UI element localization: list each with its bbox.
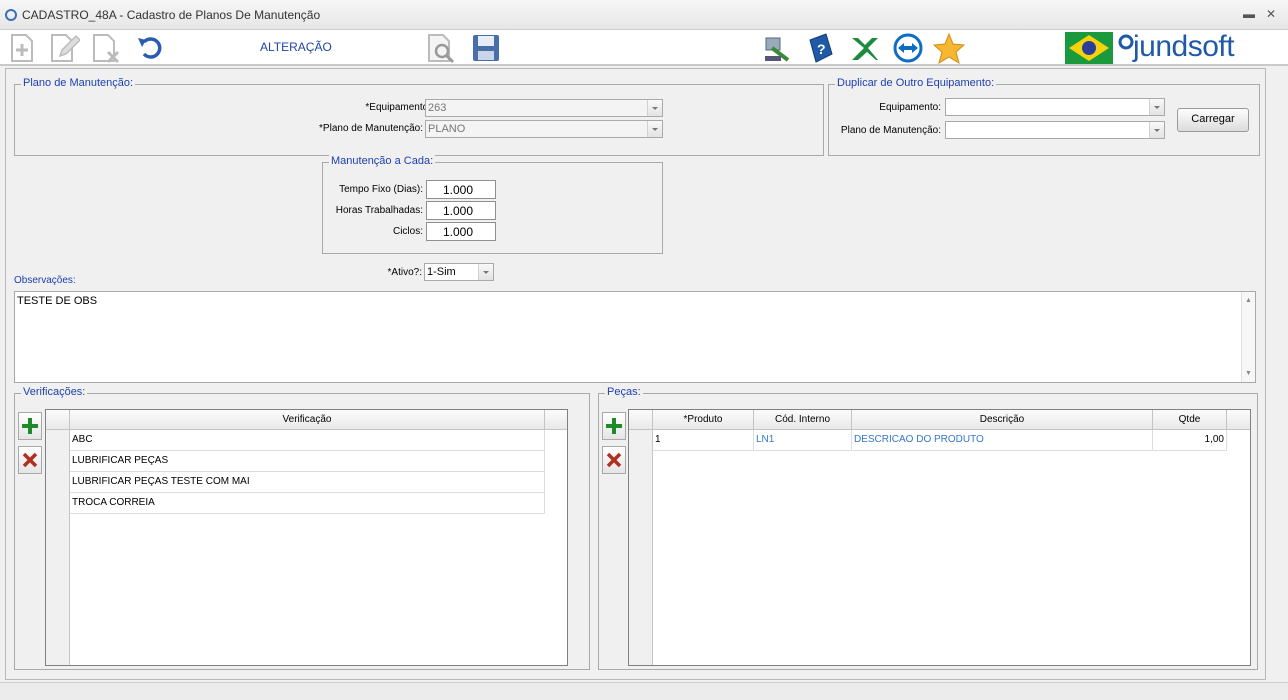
table-row[interactable]: ABC [70, 430, 545, 451]
verificacoes-group: Verificações: Verificação ABC LUBRIFICAR… [14, 386, 590, 670]
observacoes-textarea[interactable]: TESTE DE OBS ▲ ▼ [14, 291, 1256, 383]
teamviewer-icon[interactable] [892, 32, 924, 64]
plano-select[interactable]: PLANO [425, 120, 663, 138]
ciclos-input[interactable]: 1.000 [426, 222, 496, 241]
qtde-cell[interactable]: 1,00 [1153, 430, 1227, 451]
save-icon[interactable] [470, 32, 502, 64]
preview-icon[interactable] [425, 32, 457, 64]
remove-peca-button[interactable] [602, 446, 626, 474]
dup-plano-label: Plano de Manutenção: [840, 125, 941, 136]
add-icon[interactable] [6, 32, 38, 64]
minimize-icon[interactable]: ▬ [1243, 7, 1255, 21]
plano-value: PLANO [428, 123, 466, 135]
excel-icon[interactable] [848, 32, 880, 64]
close-icon[interactable]: ✕ [1266, 7, 1276, 21]
main-panel: Plano de Manutenção: *Equipamento: 263 *… [5, 68, 1266, 680]
row-indicator-header [629, 410, 653, 430]
verificacoes-grid: Verificação ABC LUBRIFICAR PEÇAS LUBRIFI… [45, 409, 568, 666]
brazil-flag-icon[interactable] [1065, 32, 1113, 64]
brand-logo: jundsoft [1133, 30, 1235, 63]
duplicar-group: Duplicar de Outro Equipamento: Equipamen… [828, 77, 1260, 156]
undo-icon[interactable] [134, 32, 166, 64]
favorite-star-icon[interactable] [933, 32, 965, 64]
chevron-down-icon[interactable] [647, 121, 662, 137]
tempo-input[interactable]: 1.000 [426, 180, 496, 199]
row-indicator-column [629, 430, 653, 665]
table-row[interactable]: 1 LN1 DESCRICAO DO PRODUTO 1,00 [653, 430, 1227, 451]
chevron-down-icon[interactable] [1149, 122, 1164, 138]
remove-verificacao-button[interactable] [18, 446, 42, 474]
row-indicator-column [46, 430, 70, 665]
ativo-label: *Ativo?: [387, 267, 422, 278]
plano-label: *Plano de Manutenção: [319, 123, 423, 134]
pecas-grid: *Produto Cód. Interno Descrição Qtde 1 L… [628, 409, 1251, 666]
dup-equipamento-select[interactable] [945, 98, 1165, 116]
col-produto[interactable]: *Produto [653, 410, 754, 430]
verificacao-cell[interactable]: LUBRIFICAR PEÇAS TESTE COM MAI [70, 472, 545, 493]
table-row[interactable]: LUBRIFICAR PEÇAS [70, 451, 545, 472]
observacoes-label: Observações: [14, 275, 76, 286]
toolbar: ALTERAÇÃO ? jundsoft [0, 30, 1288, 66]
plus-icon [606, 418, 622, 434]
verificacao-cell[interactable]: ABC [70, 430, 545, 451]
svg-text:?: ? [817, 41, 826, 57]
equipamento-label: *Equipamento: [365, 102, 431, 113]
tools-icon[interactable] [762, 32, 794, 64]
table-row[interactable]: LUBRIFICAR PEÇAS TESTE COM MAI [70, 472, 545, 493]
row-indicator-header [46, 410, 70, 430]
remove-x-icon [22, 452, 38, 468]
plano-group: Plano de Manutenção: *Equipamento: 263 *… [14, 77, 824, 156]
pecas-header: *Produto Cód. Interno Descrição Qtde [629, 410, 1250, 430]
remove-x-icon [606, 452, 622, 468]
help-book-icon[interactable]: ? [804, 32, 836, 64]
ativo-select[interactable]: 1-Sim [424, 263, 494, 281]
chevron-down-icon[interactable] [647, 100, 662, 116]
carregar-button[interactable]: Carregar [1177, 108, 1249, 132]
window-title: CADASTRO_48A - Cadastro de Planos De Man… [22, 8, 321, 22]
pecas-group: Peças: *Produto Cód. Interno Descrição Q… [598, 386, 1258, 670]
add-verificacao-button[interactable] [18, 412, 42, 440]
col-cod-interno[interactable]: Cód. Interno [754, 410, 852, 430]
horas-input[interactable]: 1.000 [426, 201, 496, 220]
chevron-down-icon[interactable] [478, 264, 493, 280]
chevron-down-icon[interactable] [1149, 99, 1164, 115]
tempo-label: Tempo Fixo (Dias): [339, 184, 423, 195]
verificacao-cell[interactable]: LUBRIFICAR PEÇAS [70, 451, 545, 472]
plus-icon [22, 418, 38, 434]
verificacoes-legend: Verificações: [21, 386, 88, 398]
add-peca-button[interactable] [602, 412, 626, 440]
ciclos-label: Ciclos: [392, 226, 423, 237]
dup-plano-select[interactable] [945, 121, 1165, 139]
manutencao-legend: Manutenção a Cada: [329, 155, 436, 167]
title-bar: CADASTRO_48A - Cadastro de Planos De Man… [0, 0, 1288, 30]
delete-icon[interactable] [90, 32, 122, 64]
dup-equipamento-label: Equipamento: [879, 102, 941, 113]
mode-label: ALTERAÇÃO [260, 40, 332, 54]
observacoes-scrollbar[interactable]: ▲ ▼ [1241, 292, 1255, 382]
col-qtde[interactable]: Qtde [1153, 410, 1227, 430]
verificacoes-header: Verificação [46, 410, 567, 430]
horas-label: Horas Trabalhadas: [335, 205, 423, 216]
equipamento-select[interactable]: 263 [425, 99, 663, 117]
scroll-up-icon[interactable]: ▲ [1245, 297, 1252, 304]
scroll-down-icon[interactable]: ▼ [1245, 370, 1252, 377]
app-icon [5, 9, 17, 21]
table-row[interactable]: TROCA CORREIA [70, 493, 545, 514]
pecas-legend: Peças: [605, 386, 643, 398]
status-bar [0, 682, 1288, 700]
col-descricao[interactable]: Descrição [852, 410, 1153, 430]
verificacao-cell[interactable]: TROCA CORREIA [70, 493, 545, 514]
ativo-value: 1-Sim [427, 266, 456, 278]
manutencao-group: Manutenção a Cada: Tempo Fixo (Dias): 1.… [322, 155, 663, 254]
observacoes-text: TESTE DE OBS [17, 295, 98, 307]
duplicar-legend: Duplicar de Outro Equipamento: [835, 77, 997, 89]
edit-icon[interactable] [48, 32, 80, 64]
produto-cell[interactable]: 1 [653, 430, 754, 451]
descricao-cell[interactable]: DESCRICAO DO PRODUTO [852, 430, 1153, 451]
cod-interno-cell[interactable]: LN1 [754, 430, 852, 451]
col-verificacao[interactable]: Verificação [70, 410, 545, 430]
equipamento-value: 263 [428, 102, 447, 114]
plano-legend: Plano de Manutenção: [21, 77, 136, 89]
